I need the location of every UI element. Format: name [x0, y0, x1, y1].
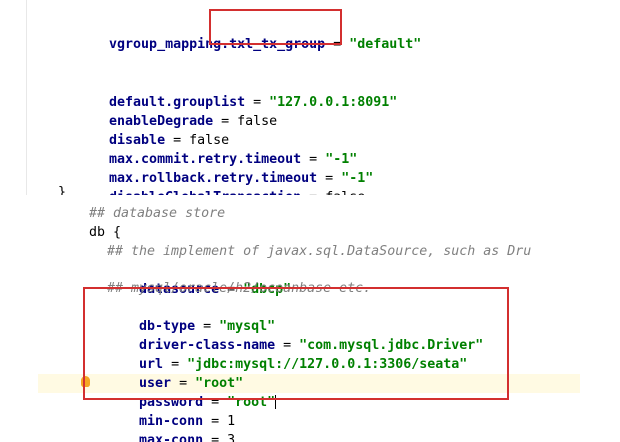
highlight-box-group-name — [209, 9, 342, 45]
code-line-disable-global-tx[interactable]: disableGlobalTransaction = false — [77, 169, 365, 195]
value-default: "default" — [349, 37, 422, 52]
comment-database-store: ## database store — [89, 206, 226, 221]
code-line-disable[interactable]: disable = false — [77, 112, 229, 148]
bottom-editor-pane[interactable]: ## database store db { ## the implement … — [38, 195, 580, 442]
key: max-conn — [139, 433, 204, 442]
code-line-datasource[interactable]: datasource = "dbcp" — [107, 261, 291, 297]
value: 3 — [227, 433, 236, 442]
comment-datasource: ## the implement of javax.sql.DataSource… — [107, 244, 532, 259]
equals: = — [203, 433, 228, 442]
code-line-rollback-retry[interactable]: max.rollback.retry.timeout = "-1" — [77, 150, 373, 186]
value: "127.0.0.1:8091" — [269, 95, 398, 110]
code-line-db-open[interactable]: db { — [89, 223, 121, 242]
closing-brace: } — [58, 185, 67, 195]
highlight-box-db-config — [83, 287, 509, 400]
code-line-enable-degrade[interactable]: enableDegrade = false — [77, 93, 277, 129]
code-line-max-conn[interactable]: max-conn = 3 — [107, 412, 235, 442]
code-line-grouplist[interactable]: default.grouplist = "127.0.0.1:8091" — [77, 74, 397, 110]
top-editor-pane[interactable]: vgroup_mapping.txl_tx_group = "default" … — [0, 0, 620, 195]
gutter-line — [26, 0, 27, 195]
code-line-commit-retry[interactable]: max.commit.retry.timeout = "-1" — [77, 131, 357, 167]
value: false — [237, 114, 278, 129]
